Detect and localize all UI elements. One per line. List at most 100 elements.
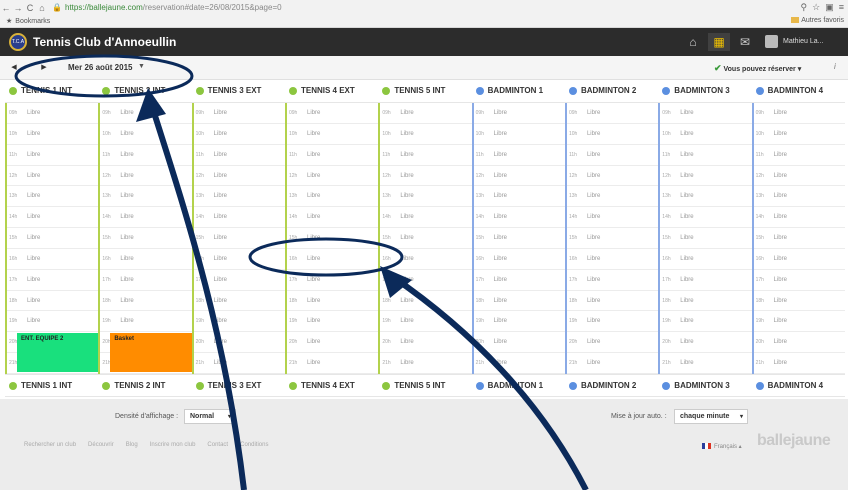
time-slot[interactable]: 17h Libre <box>100 270 192 291</box>
filter-icon[interactable]: ⚲ <box>801 2 808 13</box>
time-slot[interactable]: 09h Libre <box>473 103 565 124</box>
court-header[interactable]: TENNIS 1 INT <box>5 80 98 103</box>
time-slot[interactable]: 18h Libre <box>566 291 659 312</box>
time-slot[interactable]: 18h Libre <box>7 291 99 312</box>
time-slot[interactable]: 17h Libre <box>193 270 285 291</box>
time-slot[interactable]: 11h Libre <box>753 145 845 166</box>
time-slot[interactable]: 13h Libre <box>7 186 99 208</box>
time-slot[interactable]: 16h Libre <box>753 249 845 270</box>
time-slot[interactable]: 13h Libre <box>193 186 285 208</box>
reload-icon[interactable]: C <box>24 3 36 13</box>
time-slot[interactable]: 11h Libre <box>660 145 752 166</box>
time-slot[interactable]: 14h Libre <box>100 207 192 229</box>
time-slot[interactable]: 16h Libre <box>193 249 285 270</box>
court-header[interactable]: BADMINTON 2 <box>565 375 658 398</box>
time-slot[interactable]: 21h Libre <box>660 353 752 374</box>
time-slot[interactable]: 20h Libre <box>380 332 472 354</box>
time-slot[interactable]: 11h Libre <box>100 145 192 166</box>
avatar[interactable] <box>765 35 778 48</box>
time-slot[interactable]: 12h Libre <box>380 166 472 187</box>
time-slot[interactable]: 18h Libre <box>193 291 285 312</box>
time-slot[interactable]: 19h Libre <box>566 311 659 333</box>
time-slot[interactable]: 20h ENT. EQUIPE 2 <box>7 332 99 373</box>
time-slot[interactable]: 18h Libre <box>100 291 192 312</box>
date-picker[interactable]: Mer 26 août 2015 <box>68 63 132 72</box>
time-slot[interactable]: 15h Libre <box>193 228 285 249</box>
info-icon[interactable]: i <box>834 62 836 71</box>
time-slot[interactable]: 09h Libre <box>7 103 99 124</box>
time-slot[interactable]: 14h Libre <box>473 207 565 229</box>
time-slot[interactable]: 19h Libre <box>100 311 192 333</box>
time-slot[interactable]: 18h Libre <box>380 291 472 312</box>
court-header[interactable]: BADMINTON 4 <box>752 80 845 103</box>
time-slot[interactable]: 19h Libre <box>7 311 99 333</box>
time-slot[interactable]: 09h Libre <box>660 103 752 124</box>
time-slot[interactable]: 12h Libre <box>7 166 99 187</box>
time-slot[interactable]: 19h Libre <box>380 311 472 333</box>
reservation-block[interactable]: Basket <box>110 333 192 373</box>
calendar-icon[interactable]: ▦ <box>708 33 730 51</box>
time-slot[interactable]: 12h Libre <box>473 166 565 187</box>
club-logo[interactable]: T.C.A <box>9 33 27 51</box>
time-slot[interactable]: 15h Libre <box>7 228 99 249</box>
bookmarks-label[interactable]: Bookmarks <box>15 18 50 25</box>
time-slot[interactable]: 10h Libre <box>100 124 192 145</box>
time-slot[interactable]: 13h Libre <box>380 186 472 208</box>
court-header[interactable]: TENNIS 4 EXT <box>285 80 378 103</box>
time-slot[interactable]: 09h Libre <box>566 103 659 124</box>
time-slot[interactable]: 21h Libre <box>193 353 285 374</box>
time-slot[interactable]: 10h Libre <box>473 124 565 145</box>
auto-update-select[interactable]: chaque minute ▾ <box>674 409 748 424</box>
language-selector[interactable]: Français ▴ <box>702 443 742 450</box>
time-slot[interactable]: 20h Libre <box>286 332 379 354</box>
time-slot[interactable]: 19h Libre <box>753 311 845 333</box>
time-slot[interactable]: 11h Libre <box>193 145 285 166</box>
footer-link[interactable]: Rechercher un club <box>24 442 76 448</box>
court-header[interactable]: BADMINTON 2 <box>565 80 658 103</box>
court-header[interactable]: TENNIS 3 EXT <box>192 375 285 398</box>
club-title[interactable]: Tennis Club d'Annoeullin <box>33 35 176 49</box>
time-slot[interactable]: 15h Libre <box>286 228 379 249</box>
time-slot[interactable]: 14h Libre <box>7 207 99 229</box>
time-slot[interactable]: 13h Libre <box>100 186 192 208</box>
time-slot[interactable]: 20h Libre <box>753 332 845 354</box>
footer-link[interactable]: Inscrire mon club <box>150 442 196 448</box>
time-slot[interactable]: 15h Libre <box>566 228 659 249</box>
time-slot[interactable]: 11h Libre <box>380 145 472 166</box>
time-slot[interactable]: 09h Libre <box>193 103 285 124</box>
time-slot[interactable]: 10h Libre <box>286 124 379 145</box>
time-slot[interactable]: 09h Libre <box>380 103 472 124</box>
footer-link[interactable]: Découvrir <box>88 442 114 448</box>
brand-logo[interactable]: ballejaune <box>757 432 831 450</box>
time-slot[interactable]: 10h Libre <box>660 124 752 145</box>
time-slot[interactable]: 11h Libre <box>566 145 659 166</box>
time-slot[interactable]: 13h Libre <box>473 186 565 208</box>
other-bookmarks[interactable]: Autres favoris <box>791 17 844 24</box>
time-slot[interactable]: 18h Libre <box>473 291 565 312</box>
time-slot[interactable]: 11h Libre <box>286 145 379 166</box>
time-slot[interactable]: 14h Libre <box>286 207 379 229</box>
extension-icon[interactable]: ▣ <box>825 2 834 13</box>
time-slot[interactable]: 21h Libre <box>473 353 565 374</box>
time-slot[interactable]: 19h Libre <box>286 311 379 333</box>
court-header[interactable]: BADMINTON 1 <box>472 375 565 398</box>
court-header[interactable]: BADMINTON 4 <box>752 375 845 398</box>
time-slot[interactable]: 09h Libre <box>753 103 845 124</box>
time-slot[interactable]: 16h Libre <box>660 249 752 270</box>
time-slot[interactable]: 17h Libre <box>286 270 379 291</box>
time-slot[interactable]: 20h Libre <box>660 332 752 354</box>
time-slot[interactable]: 12h Libre <box>286 166 379 187</box>
time-slot[interactable]: 19h Libre <box>473 311 565 333</box>
time-slot[interactable]: 09h Libre <box>286 103 379 124</box>
footer-link[interactable]: Contact <box>207 442 228 448</box>
reservation-block[interactable]: ENT. EQUIPE 2 <box>17 333 99 373</box>
time-slot[interactable]: 13h Libre <box>660 186 752 208</box>
court-header[interactable]: TENNIS 3 EXT <box>192 80 285 103</box>
time-slot[interactable]: 13h Libre <box>753 186 845 208</box>
time-slot[interactable]: 10h Libre <box>753 124 845 145</box>
time-slot[interactable]: 16h Libre <box>380 249 472 270</box>
time-slot[interactable]: 14h Libre <box>193 207 285 229</box>
time-slot[interactable]: 14h Libre <box>660 207 752 229</box>
time-slot[interactable]: 20h Libre <box>566 332 659 354</box>
time-slot[interactable]: 15h Libre <box>753 228 845 249</box>
